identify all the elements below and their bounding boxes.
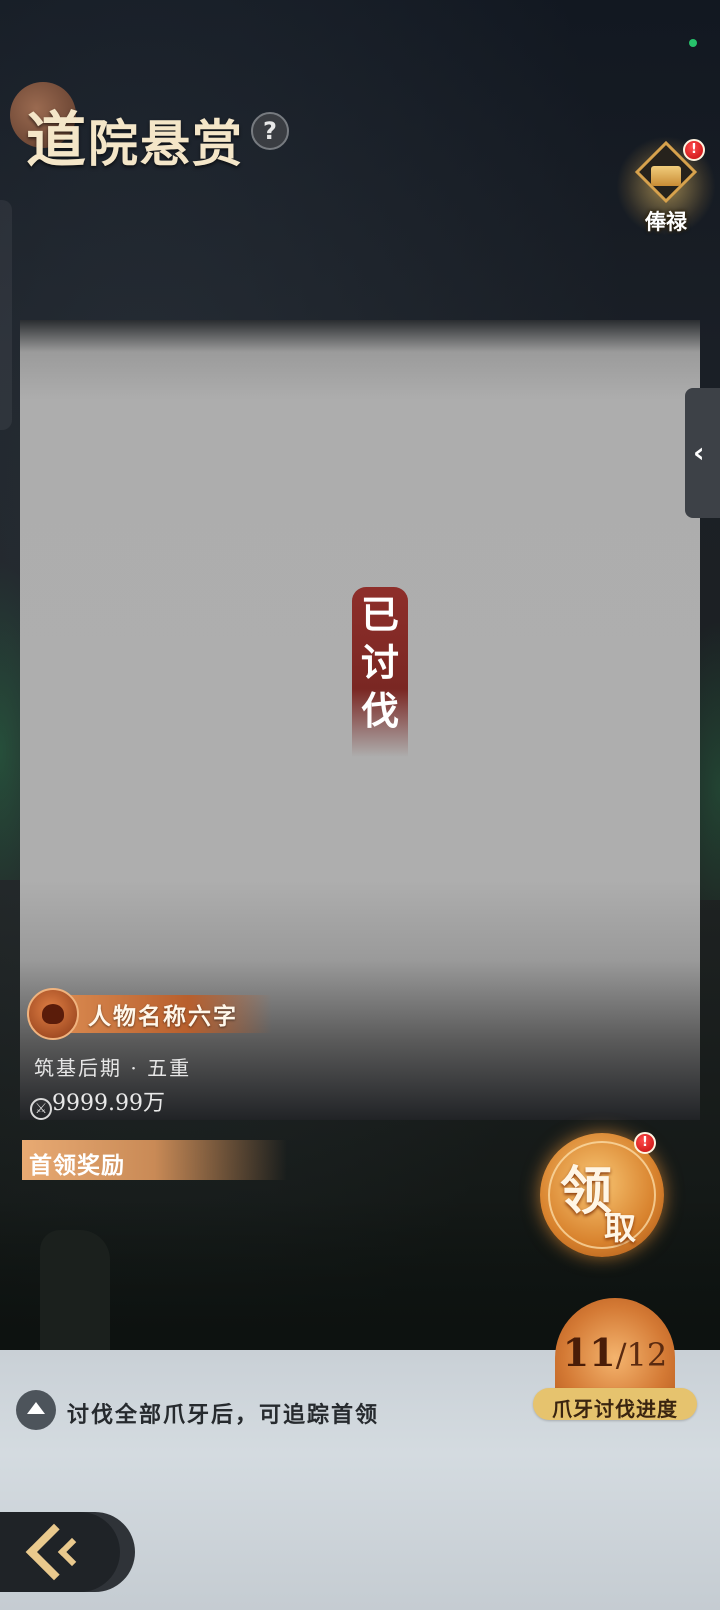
- boss-realm: 筑基后期 · 五重: [34, 1056, 192, 1080]
- back-button-inner: [0, 1512, 120, 1592]
- progress-separator: /: [615, 1336, 627, 1374]
- salary-button[interactable]: 俸禄 !: [616, 136, 716, 240]
- sword-icon: ⚔: [30, 1098, 52, 1120]
- status-indicator-dot: [689, 39, 697, 47]
- boss-reward-header-text: 首领奖励: [29, 1152, 125, 1179]
- progress-value: 11/12: [530, 1330, 700, 1375]
- boss-power-value: 9999.99万: [52, 1091, 165, 1116]
- treasure-chest-icon: [651, 166, 681, 186]
- claim-notification-badge: !: [634, 1132, 656, 1154]
- minion-progress[interactable]: 11/12 爪牙讨伐进度: [530, 1290, 700, 1421]
- side-panel-toggle[interactable]: ‹: [685, 388, 720, 518]
- demon-skull-icon: [42, 1004, 64, 1024]
- boss-name-row: 人物名称六字: [22, 985, 282, 1045]
- salary-notification-badge: !: [683, 139, 705, 161]
- hint-text: 讨伐全部爪牙后，可追踪首领: [67, 1402, 380, 1428]
- up-arrow-icon: [16, 1390, 56, 1430]
- title-first-char: 道: [26, 106, 88, 176]
- left-edge-tab: [0, 200, 12, 430]
- help-button[interactable]: ?: [251, 112, 289, 150]
- defeated-status-tag: 已讨伐: [352, 587, 408, 757]
- salary-label: 俸禄: [645, 209, 687, 234]
- progress-current: 11: [562, 1330, 616, 1375]
- chevron-left-icon: ‹: [693, 436, 705, 469]
- hint-row: 讨伐全部爪牙后，可追踪首领: [16, 1390, 516, 1430]
- progress-total: 12: [626, 1336, 668, 1374]
- boss-reward-header: 首领奖励: [22, 1140, 287, 1180]
- rock-silhouette: [40, 1230, 110, 1350]
- claim-button[interactable]: 领 取 !: [540, 1132, 664, 1257]
- boss-power-row: ⚔ 9999.99万: [30, 1085, 165, 1120]
- back-button[interactable]: [0, 1512, 135, 1592]
- boss-demon-icon: [27, 988, 79, 1040]
- claim-label-small: 取: [604, 1209, 637, 1247]
- boss-name: 人物名称六字: [88, 1003, 238, 1030]
- progress-label: 爪牙讨伐进度: [552, 1397, 678, 1421]
- page-title-text: 道院悬赏: [26, 92, 244, 179]
- title-rest: 院悬赏: [88, 114, 244, 173]
